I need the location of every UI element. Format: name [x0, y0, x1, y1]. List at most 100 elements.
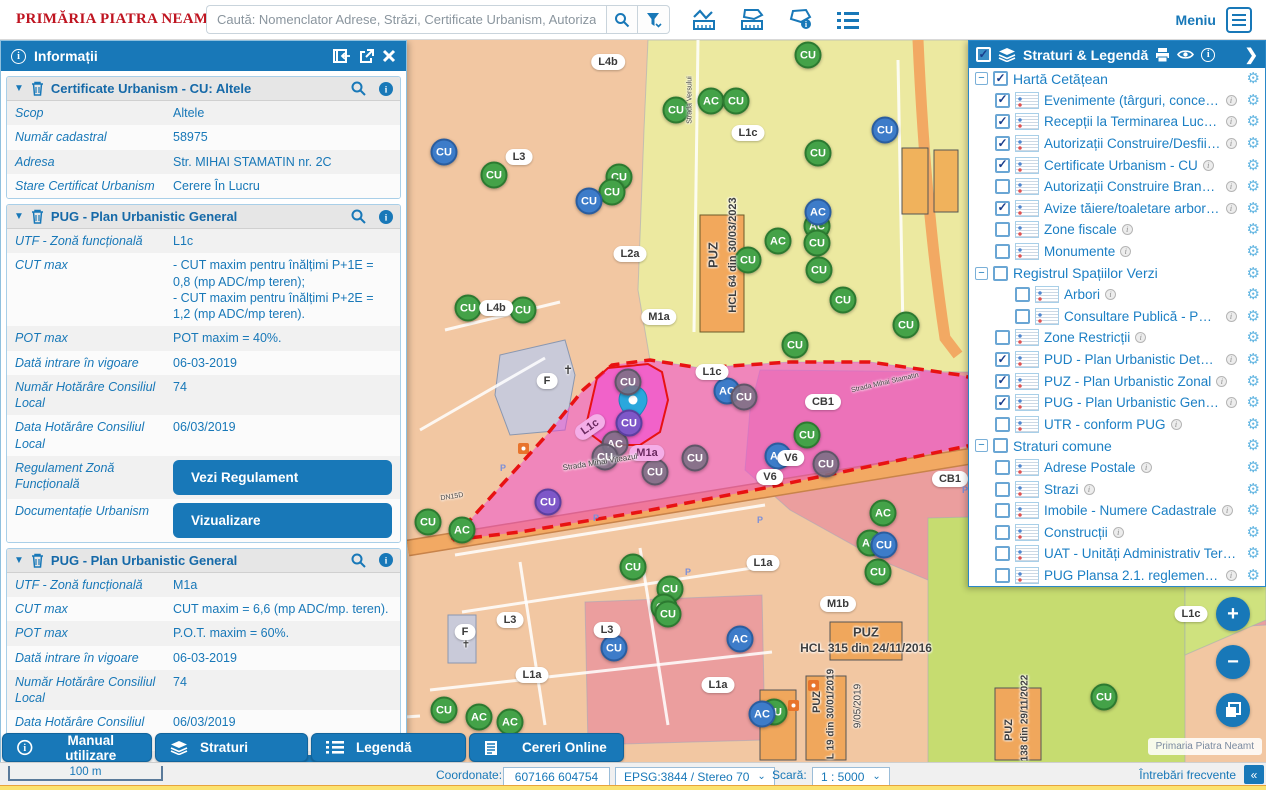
layer-checkbox[interactable]	[995, 330, 1010, 345]
layer-label[interactable]: Hartă Cetățean	[1013, 71, 1108, 87]
layer-checkbox[interactable]	[993, 71, 1008, 86]
map-marker-cu[interactable]: CU	[576, 188, 603, 215]
print-icon[interactable]	[1155, 48, 1170, 62]
map-marker-cu[interactable]: CU	[893, 312, 920, 339]
layer-label[interactable]: Zone Restricții	[1044, 330, 1130, 345]
layer-label[interactable]: PUD - Plan Urbanistic Detaliu	[1044, 352, 1221, 367]
layer-info-icon[interactable]: i	[1226, 138, 1237, 149]
menu-button[interactable]	[1226, 7, 1252, 33]
map-marker-cu[interactable]: CU	[806, 257, 833, 284]
map-marker-cu[interactable]: CU	[865, 559, 892, 586]
map-marker-cu[interactable]: CU	[620, 554, 647, 581]
gear-icon[interactable]: ⚙	[1247, 266, 1260, 281]
feature-info-icon[interactable]: i	[379, 210, 393, 224]
layer-info-icon[interactable]: i	[1120, 246, 1131, 257]
map-marker-cu[interactable]: CU	[782, 332, 809, 359]
layer-label[interactable]: Construcții	[1044, 525, 1108, 540]
layer-checkbox[interactable]	[995, 222, 1010, 237]
layer-checkbox[interactable]	[1015, 287, 1030, 302]
layer-checkbox[interactable]	[995, 546, 1010, 561]
expand-collapse-icon[interactable]: −	[975, 72, 988, 85]
layer-label[interactable]: Avize tăiere/toaletare arbori - ATA	[1044, 201, 1221, 216]
map-marker-cu[interactable]: CU	[535, 489, 562, 516]
map-marker-cu[interactable]: CU	[723, 88, 750, 115]
layer-checkbox[interactable]	[995, 395, 1010, 410]
layer-checkbox[interactable]	[995, 460, 1010, 475]
manual-utilizare-button[interactable]: i Manual utilizare	[2, 733, 152, 762]
map-marker-ac[interactable]: AC	[466, 704, 493, 731]
layer-label[interactable]: Zone fiscale	[1044, 222, 1117, 237]
map-marker-cu[interactable]: CU	[735, 247, 762, 274]
map-marker-cu[interactable]: CU	[805, 140, 832, 167]
collapse-section-icon[interactable]: ▼	[14, 555, 24, 566]
measure-distance-button[interactable]	[692, 8, 718, 32]
feature-info-icon[interactable]: i	[379, 82, 393, 96]
map-marker-cu[interactable]: CU	[655, 601, 682, 628]
map-marker-cu[interactable]: CU	[872, 117, 899, 144]
layer-info-icon[interactable]: i	[1226, 203, 1237, 214]
gear-icon[interactable]: ⚙	[1247, 503, 1260, 518]
feature-info-icon[interactable]: i	[379, 553, 393, 567]
gear-icon[interactable]: ⚙	[1247, 525, 1260, 540]
cereri-online-button[interactable]: Cereri Online	[469, 733, 624, 762]
map-marker-cu[interactable]: CU	[601, 635, 628, 662]
collapse-bar-button[interactable]: «	[1244, 765, 1264, 784]
map-marker-cu[interactable]: CU	[592, 444, 619, 471]
map-marker-cu[interactable]: CU	[431, 697, 458, 724]
menu-label[interactable]: Meniu	[1176, 12, 1216, 28]
layer-info-icon[interactable]: i	[1141, 462, 1152, 473]
map-marker-cu[interactable]: CU	[599, 179, 626, 206]
layer-label[interactable]: Recepții la Terminarea Lucrărilor ...	[1044, 114, 1221, 129]
gear-icon[interactable]: ⚙	[1247, 568, 1260, 583]
map-marker-cu[interactable]: CU	[813, 451, 840, 478]
map-marker-ac[interactable]: AC	[870, 500, 897, 527]
zoom-in-button[interactable]: +	[1216, 597, 1250, 631]
layer-checkbox[interactable]	[993, 438, 1008, 453]
map-marker-ac[interactable]: AC	[497, 709, 524, 736]
layer-info-icon[interactable]: i	[1171, 419, 1182, 430]
layer-info-icon[interactable]: i	[1113, 527, 1124, 538]
straturi-button[interactable]: Straturi	[155, 733, 308, 762]
layer-label[interactable]: Evenimente (târguri, concerte)	[1044, 93, 1221, 108]
gear-icon[interactable]: ⚙	[1247, 482, 1260, 497]
layer-label[interactable]: Consultare Publică - PUG PUZ P...	[1064, 309, 1221, 324]
layer-label[interactable]: Adrese Postale	[1044, 460, 1136, 475]
expand-collapse-icon[interactable]: −	[975, 439, 988, 452]
map-marker-ac[interactable]: AC	[449, 517, 476, 544]
map-marker-cu[interactable]: CU	[731, 384, 758, 411]
zoom-to-feature-icon[interactable]	[351, 209, 366, 224]
layer-info-icon[interactable]: i	[1222, 505, 1233, 516]
layers-master-checkbox[interactable]	[976, 47, 991, 62]
layer-checkbox[interactable]	[995, 244, 1010, 259]
zoom-to-feature-icon[interactable]	[351, 553, 366, 568]
layer-info-icon[interactable]: i	[1203, 160, 1214, 171]
layer-label[interactable]: Strazi	[1044, 482, 1079, 497]
map-marker-cu[interactable]: CU	[616, 410, 643, 437]
layer-info-icon[interactable]: i	[1122, 224, 1133, 235]
map-marker-cu[interactable]: CU	[871, 532, 898, 559]
gear-icon[interactable]: ⚙	[1247, 417, 1260, 432]
close-panel-icon[interactable]	[382, 49, 396, 63]
dock-panel-icon[interactable]	[333, 49, 351, 63]
gear-icon[interactable]: ⚙	[1247, 438, 1260, 453]
map-marker-ac[interactable]: AC	[698, 88, 725, 115]
map-marker-cu[interactable]: CU	[804, 230, 831, 257]
layer-info-icon[interactable]: i	[1105, 289, 1116, 300]
layer-label[interactable]: UAT - Unități Administrativ Teritor...	[1044, 546, 1237, 561]
layer-info-icon[interactable]: i	[1226, 116, 1237, 127]
layer-checkbox[interactable]	[995, 374, 1010, 389]
map-marker-cu[interactable]: CU	[1091, 684, 1118, 711]
gear-icon[interactable]: ⚙	[1247, 222, 1260, 237]
layer-label[interactable]: UTR - conform PUG	[1044, 417, 1166, 432]
measure-area-button[interactable]	[740, 8, 766, 32]
gear-icon[interactable]: ⚙	[1247, 287, 1260, 302]
layer-label[interactable]: PUG - Plan Urbanistic General	[1044, 395, 1221, 410]
layer-info-icon[interactable]: i	[1226, 311, 1237, 322]
map-marker-cu[interactable]: CU	[642, 459, 669, 486]
map-marker-ac[interactable]: AC	[727, 626, 754, 653]
gear-icon[interactable]: ⚙	[1247, 158, 1260, 173]
layer-checkbox[interactable]	[995, 503, 1010, 518]
layer-info-icon[interactable]: i	[1226, 354, 1237, 365]
map-marker-cu[interactable]: CU	[794, 422, 821, 449]
layer-checkbox[interactable]	[995, 201, 1010, 216]
